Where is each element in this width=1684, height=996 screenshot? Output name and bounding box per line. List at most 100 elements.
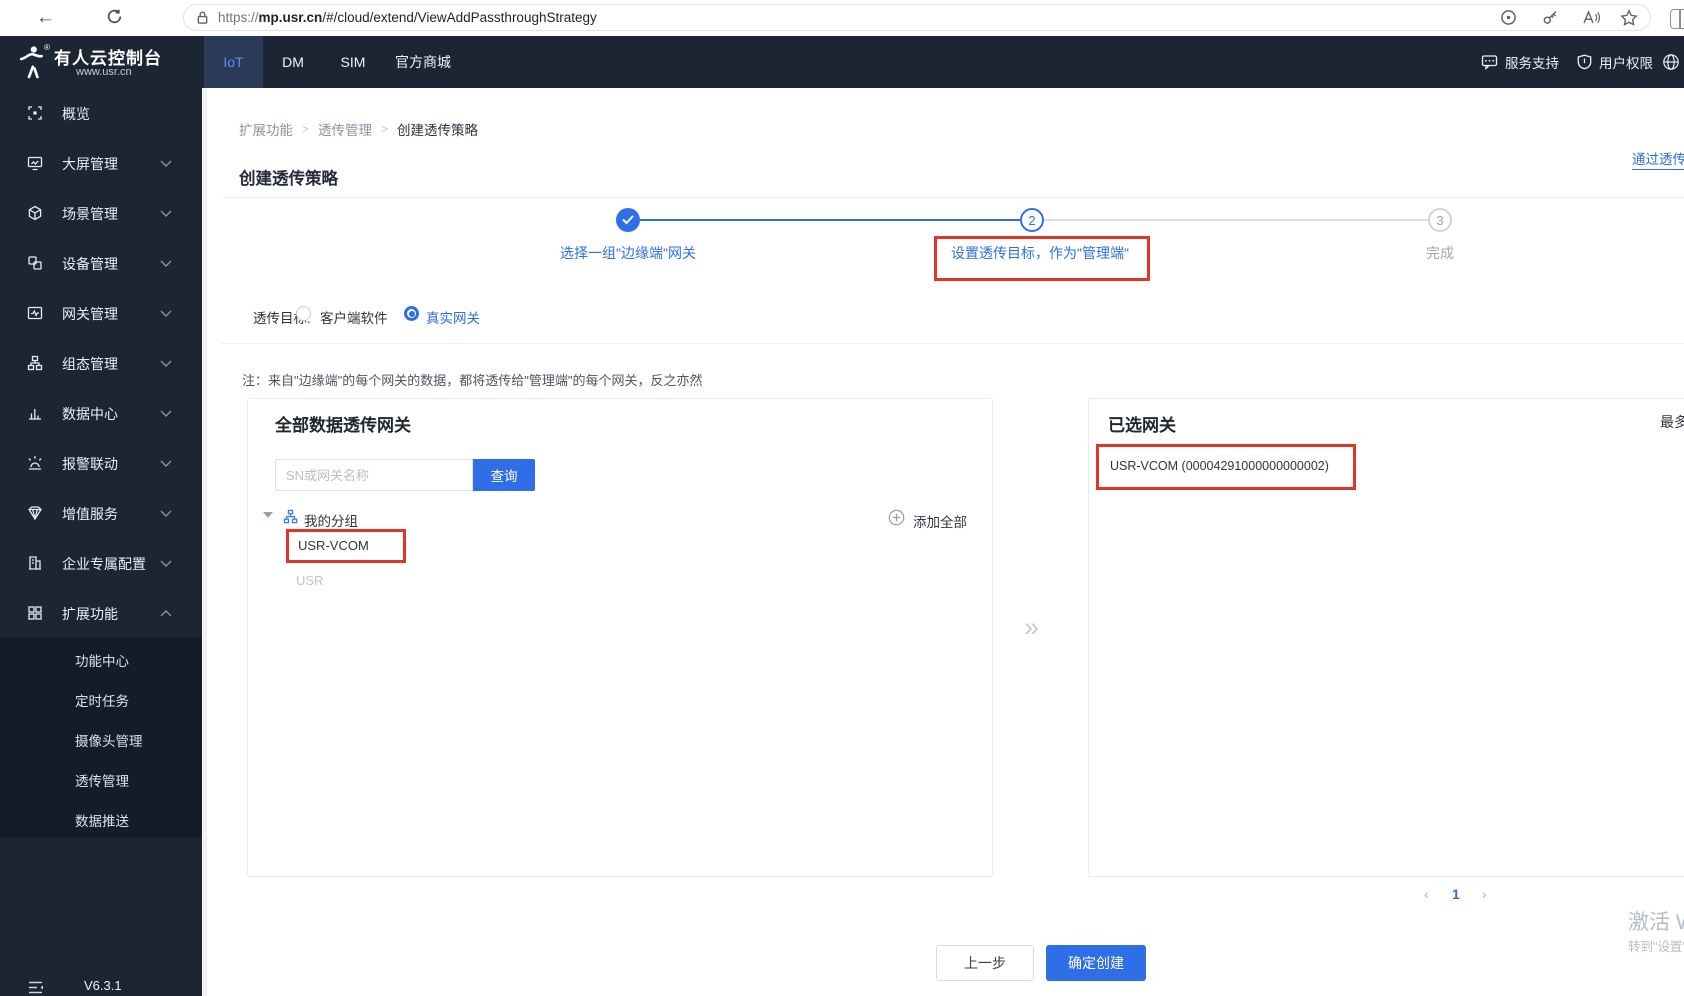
tree-expand-caret-icon[interactable]: [263, 512, 273, 518]
section-divider: [221, 343, 1684, 344]
step1-circle-done: [616, 208, 640, 232]
browser-password-key-icon[interactable]: [1542, 9, 1559, 26]
sidebar-item-value-added[interactable]: 增值服务: [0, 488, 202, 538]
chevron-down-icon: [160, 210, 172, 217]
browser-refresh-icon[interactable]: [106, 8, 123, 25]
sidebar-item-extend-functions[interactable]: 扩展功能: [0, 588, 202, 638]
annotation-box-step2: [934, 236, 1150, 281]
radio-real-gateway[interactable]: [404, 306, 419, 321]
language-globe-icon[interactable]: [1662, 36, 1684, 88]
scene-cube-icon: [27, 205, 43, 221]
title-divider: [221, 197, 1684, 198]
pagination-prev-button[interactable]: ‹: [1424, 886, 1429, 902]
sidebar-item-overview[interactable]: 概览: [0, 88, 202, 138]
step3-label: 完成: [1426, 245, 1454, 261]
breadcrumb-separator: >: [381, 122, 389, 136]
tab-dm[interactable]: DM: [263, 36, 323, 88]
gem-icon: [27, 505, 43, 521]
alarm-siren-icon: [27, 455, 43, 471]
pagination-page-1[interactable]: 1: [1452, 886, 1460, 902]
browser-favorite-star-icon[interactable]: [1620, 9, 1638, 26]
radio-real-gateway-label[interactable]: 真实网关: [426, 307, 480, 327]
usr-logo-icon[interactable]: [17, 44, 47, 80]
gateway-search-input[interactable]: [275, 459, 473, 491]
pagination-next-button[interactable]: ›: [1482, 886, 1487, 902]
submenu-item-timed-tasks[interactable]: 定时任务: [0, 678, 202, 718]
lock-icon: [196, 10, 209, 25]
chevron-down-icon: [160, 160, 172, 167]
browser-read-aloud-icon[interactable]: [1582, 9, 1600, 26]
permission-menu[interactable]: 用户权限: [1577, 36, 1653, 88]
sidebar: 概览 大屏管理 场景管理 设备管理 网关管理 组态管理 数据中心 报警联动 增值…: [0, 88, 202, 996]
chevron-down-icon: [160, 510, 172, 517]
page-title: 创建透传策略: [239, 170, 338, 188]
org-blocks-icon: [27, 355, 43, 371]
sidebar-item-device-mgmt[interactable]: 设备管理: [0, 238, 202, 288]
annotation-box-usr-vcom: [286, 529, 406, 563]
step1-label: 选择一组"边缘端"网关: [560, 245, 696, 261]
sidebar-collapse-icon[interactable]: [27, 980, 44, 995]
radio-client-software[interactable]: [296, 306, 311, 321]
selected-gateways-hint-clipped: 最多: [1660, 414, 1684, 430]
windows-activation-watermark-line2: 转到"设置"以激活 Windows。: [1628, 940, 1684, 954]
browser-split-screen-icon[interactable]: [1670, 9, 1684, 29]
app-header: ® 有人云控制台 www.usr.cn IoT DM SIM 官方商城 服务支持…: [0, 36, 1684, 88]
tab-iot[interactable]: IoT: [204, 36, 263, 88]
note-text: 注：来自"边缘端"的每个网关的数据，都将透传给"管理端"的每个网关，反之亦然: [242, 373, 703, 388]
breadcrumb-passthrough-mgmt[interactable]: 透传管理: [318, 119, 372, 139]
support-menu[interactable]: 服务支持: [1481, 36, 1559, 88]
confirm-create-button[interactable]: 确定创建: [1046, 945, 1146, 981]
previous-step-button[interactable]: 上一步: [936, 945, 1034, 981]
devices-icon: [27, 255, 43, 271]
extend-submenu: 功能中心 定时任务 摄像头管理 透传管理 数据推送: [0, 638, 202, 838]
chat-icon: [1481, 55, 1498, 70]
windows-activation-watermark-line1: 激活 Windows: [1628, 911, 1684, 934]
version-label: V6.3.1: [84, 978, 122, 993]
sidebar-item-gateway-mgmt[interactable]: 网关管理: [0, 288, 202, 338]
tab-official-store[interactable]: 官方商城: [383, 36, 463, 88]
screen: ← https://mp.usr.cn/#/cloud/extend/ViewA…: [0, 0, 1684, 996]
chevron-down-icon: [160, 460, 172, 467]
submenu-item-function-center[interactable]: 功能中心: [0, 638, 202, 678]
big-screen-icon: [27, 155, 43, 171]
chevron-up-icon: [160, 610, 172, 617]
breadcrumb-current: 创建透传策略: [397, 123, 479, 138]
bar-chart-icon: [27, 405, 43, 421]
browser-toolbar: ← https://mp.usr.cn/#/cloud/extend/ViewA…: [0, 0, 1684, 37]
sidebar-item-scene-mgmt[interactable]: 场景管理: [0, 188, 202, 238]
browser-collections-icon[interactable]: [1500, 9, 1517, 26]
gateway-monitor-icon: [27, 305, 43, 321]
radio-client-software-label[interactable]: 客户端软件: [320, 307, 388, 327]
overview-icon: [27, 105, 43, 121]
tree-group-node[interactable]: 我的分组: [304, 510, 358, 530]
submenu-item-data-push[interactable]: 数据推送: [0, 798, 202, 838]
sidebar-item-enterprise-config[interactable]: 企业专属配置: [0, 538, 202, 588]
registered-mark: ®: [44, 43, 50, 52]
scrollbar-track[interactable]: [203, 88, 207, 996]
add-all-plus-icon[interactable]: [888, 509, 905, 526]
submenu-item-camera-mgmt[interactable]: 摄像头管理: [0, 718, 202, 758]
browser-back-icon[interactable]: ←: [36, 7, 55, 29]
browser-address-bar[interactable]: https://mp.usr.cn/#/cloud/extend/ViewAdd…: [183, 4, 1651, 31]
double-chevron-right-icon: »: [1024, 612, 1040, 642]
grid-apps-icon: [27, 605, 43, 621]
sidebar-item-screen-mgmt[interactable]: 大屏管理: [0, 138, 202, 188]
breadcrumb-extend[interactable]: 扩展功能: [239, 119, 293, 139]
add-all-label[interactable]: 添加全部: [913, 511, 967, 531]
chevron-down-icon: [160, 410, 172, 417]
tab-sim[interactable]: SIM: [323, 36, 383, 88]
submenu-item-passthrough-mgmt[interactable]: 透传管理: [0, 758, 202, 798]
sidebar-item-alarm-linkage[interactable]: 报警联动: [0, 438, 202, 488]
chevron-down-icon: [160, 360, 172, 367]
sidebar-item-data-center[interactable]: 数据中心: [0, 388, 202, 438]
stepper-line-2-3: [1044, 219, 1428, 221]
logo-subtitle: www.usr.cn: [76, 66, 132, 78]
tree-node-usr[interactable]: USR: [296, 573, 323, 588]
all-gateways-title: 全部数据透传网关: [275, 416, 411, 435]
chevron-down-icon: [160, 260, 172, 267]
search-button[interactable]: 查询: [473, 459, 535, 491]
group-icon: [283, 509, 298, 524]
sidebar-item-configuration-mgmt[interactable]: 组态管理: [0, 338, 202, 388]
url-text: https://mp.usr.cn/#/cloud/extend/ViewAdd…: [218, 10, 597, 25]
passthrough-top-link[interactable]: 通过透传: [1632, 148, 1684, 170]
